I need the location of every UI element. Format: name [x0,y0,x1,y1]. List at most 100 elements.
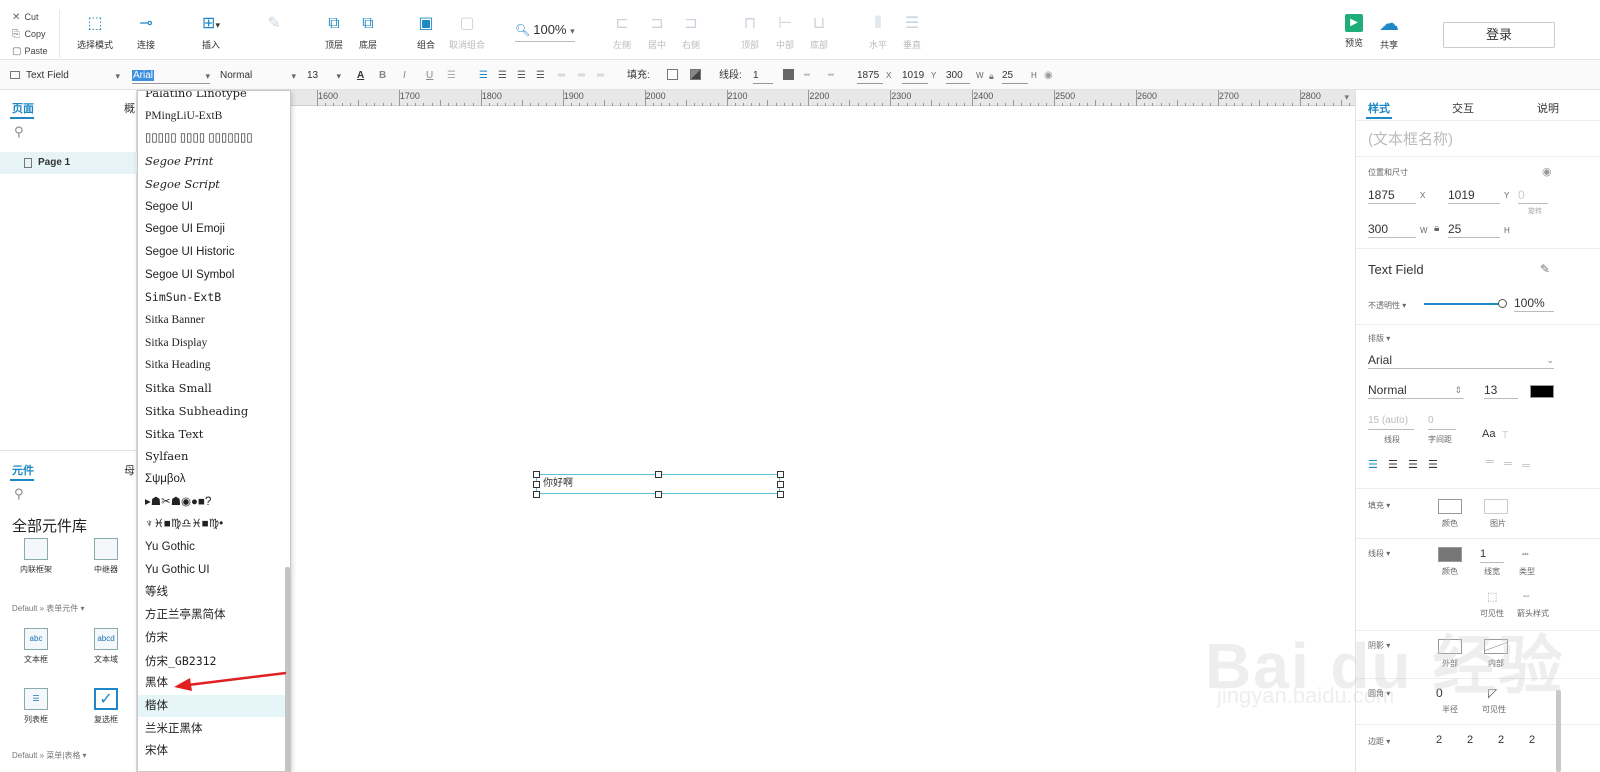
connect-button[interactable]: ⊸ 连接 [116,14,176,51]
stroke-visibility-button[interactable]: ⬚ [1487,590,1497,603]
resize-handle-e[interactable] [777,481,784,488]
opacity-slider-thumb[interactable] [1498,299,1507,308]
font-option[interactable]: Sitka Text [138,423,285,445]
align-left-button[interactable]: ☰ [1368,458,1378,471]
font-family-select[interactable]: Arial [132,68,210,84]
valign-top-button[interactable]: ═ [558,68,565,84]
resize-handle-ne[interactable] [777,471,784,478]
char-spacing-input[interactable]: 0 [1428,412,1456,430]
font-option[interactable]: Segoe Print [138,150,285,172]
page-item-page1[interactable]: Page 1 [0,152,137,174]
widget-repeater[interactable]: 中继器 [76,538,136,575]
font-option[interactable]: Sitka Small [138,377,285,399]
align-center-button[interactable]: ☰ [1388,458,1398,471]
inner-shadow-swatch[interactable] [1484,639,1508,654]
x-input[interactable]: 1875 [1368,186,1416,204]
widget-type-select[interactable]: Text Field [10,68,120,84]
h-input[interactable]: 25 [1448,220,1500,238]
font-option[interactable]: Segoe UI Historic [138,241,285,263]
rotation-input[interactable]: 0 [1518,186,1548,204]
font-option[interactable]: ♆♓■♍♎♓■♍• [138,513,285,535]
underline-button[interactable]: U [426,68,433,84]
library-title[interactable]: 全部元件库 [12,515,87,536]
font-option[interactable]: ▯▯▯▯▯ ▯▯▯▯ ▯▯▯▯▯▯▯ [138,127,285,149]
font-option[interactable]: 方正兰亭黑简体 [138,604,285,626]
stroke-pattern-button[interactable]: ┅ [804,68,810,84]
font-color-button[interactable]: A [357,68,364,84]
font-option[interactable]: Segoe Script [138,173,285,195]
bold-button[interactable]: B [379,68,386,84]
font-option[interactable]: 兰米正黑体 [138,718,285,740]
font-option[interactable]: Yu Gothic [138,536,285,558]
padding-left-input[interactable]: 2 [1436,734,1442,746]
right-panel-scrollbar[interactable] [1556,690,1561,772]
tab-interactions[interactable]: 交互 [1452,100,1474,116]
valign-middle-button[interactable]: ═ [1504,458,1512,470]
widget-text-field[interactable]: abc 文本框 [6,628,66,665]
padding-bottom-input[interactable]: 2 [1529,734,1535,746]
y-input[interactable]: 1019 [1448,186,1500,204]
font-size-field[interactable]: 13 [1484,381,1518,399]
tab-pages[interactable]: 页面 [12,100,34,116]
text-shadow-button[interactable]: T [1502,430,1508,441]
stroke-color-swatch[interactable] [783,69,794,80]
ruler-chevron-down-icon[interactable]: ▾ [1344,92,1349,103]
padding-top-input[interactable]: 2 [1467,734,1473,746]
align-right-button[interactable]: ⊐ 右侧 [661,14,721,51]
design-canvas[interactable]: 1600 1700 1800 1900 2000 2100 2200 2300 2400 2500… [291,90,1375,772]
font-option[interactable]: Sitka Subheading [138,400,285,422]
visibility-toggle[interactable]: ◉ [1044,68,1053,84]
text-case-button[interactable]: Aa [1482,428,1495,440]
font-option[interactable]: 宋体 [138,740,285,762]
font-option[interactable]: SimSun-ExtB [138,286,285,308]
tab-notes[interactable]: 说明 [1537,100,1559,116]
widget-checkbox[interactable]: ✓ 复选框 [76,688,136,725]
tab-widgets[interactable]: 元件 [12,462,34,478]
zoom-select[interactable]: 🔍︎ 100% ▾ [515,22,575,42]
y-input[interactable]: 1019 [902,68,928,84]
resize-handle-w[interactable] [533,481,540,488]
insert-button[interactable]: ⊞▾ 插入 [181,14,241,51]
italic-button[interactable]: I [403,68,406,84]
list-button[interactable]: ☰ [447,68,456,84]
widget-name-input[interactable]: (文本框名称) [1368,128,1453,149]
font-option[interactable]: Segoe UI Symbol [138,264,285,286]
lock-ratio-button[interactable]: 🔒︎ [1434,223,1439,234]
menu-section-header[interactable]: Default » 菜单|表格 ▾ [12,750,87,761]
share-button[interactable]: ☁ 共享 [1359,14,1419,51]
font-option[interactable]: PMingLiU-ExtB [138,105,285,127]
send-to-back-button[interactable]: ⧉ 底层 [338,14,398,51]
font-option[interactable]: Segoe UI [138,196,285,218]
align-right-button[interactable]: ☰ [1408,458,1418,471]
font-option[interactable]: Palatino Linotype [138,91,285,104]
opacity-slider-track[interactable] [1424,303,1502,305]
padding-right-input[interactable]: 2 [1498,734,1504,746]
font-option[interactable]: Σψμβολ [138,468,285,490]
font-weight-field[interactable]: Normal ⇕ [1368,381,1464,399]
stroke-color-swatch[interactable] [1438,547,1462,562]
copy-button[interactable]: ⎘ Copy [12,27,46,41]
font-option[interactable]: ▸☗✂☗◉●■? [138,491,285,513]
tab-outline[interactable]: 概 [124,100,135,116]
fill-color-swatch[interactable] [667,69,678,80]
login-button[interactable]: 登录 [1443,22,1555,48]
align-text-center-button[interactable]: ☰ [498,68,507,84]
outer-shadow-swatch[interactable] [1438,639,1462,654]
edit-style-button[interactable]: ✎ [1540,262,1550,276]
widget-search[interactable]: ⚲ [14,486,24,502]
font-family-field[interactable]: Arial ⌄ [1368,351,1554,369]
cut-button[interactable]: ✕ Cut [12,10,39,24]
valign-bottom-button[interactable]: ═ [1522,460,1530,472]
fill-image-swatch[interactable] [1484,499,1508,514]
widget-list-box[interactable]: ☰ 列表框 [6,688,66,725]
w-input[interactable]: 300 [1368,220,1416,238]
widget-text-area[interactable]: abcd 文本域 [76,628,136,665]
font-option[interactable]: Sitka Heading [138,354,285,376]
tab-style[interactable]: 样式 [1368,100,1390,116]
visibility-toggle[interactable]: ◉ [1542,165,1552,178]
font-weight-select[interactable]: Normal [220,68,296,84]
corner-visibility-button[interactable]: ◸ [1488,686,1497,700]
font-option[interactable]: 仿宋 [138,627,285,649]
lock-ratio-button[interactable]: 🔒︎ [989,68,994,84]
font-option[interactable]: 等线 [138,581,285,603]
